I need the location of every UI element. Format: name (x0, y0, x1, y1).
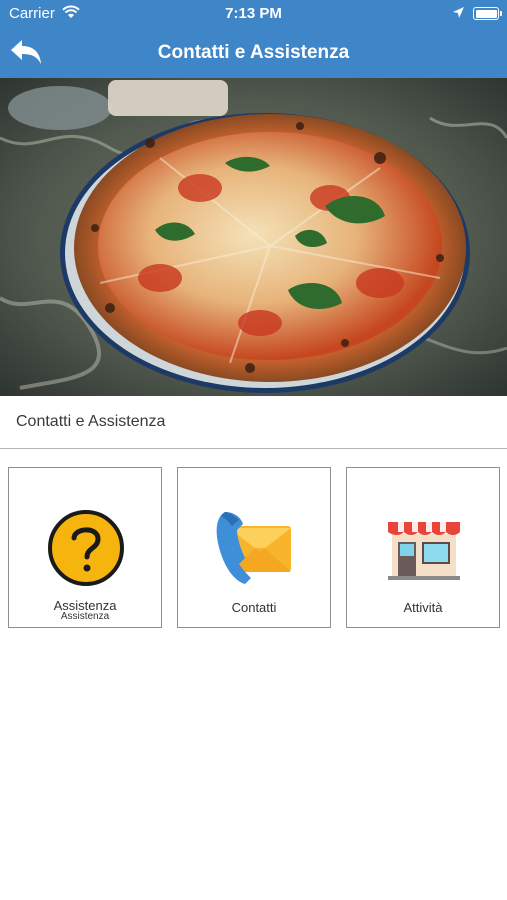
tile-contatti[interactable]: Contatti (177, 467, 331, 628)
tile-label: Contatti (231, 600, 277, 615)
section-title: Contatti e Assistenza (16, 413, 166, 430)
phone-envelope-icon (216, 512, 291, 584)
location-arrow-icon (453, 7, 464, 18)
page-title: Contatti e Assistenza (157, 42, 350, 63)
status-bar: Carrier 7:13 PM (0, 0, 507, 28)
tile-label: Attività (403, 600, 443, 615)
tile-assistenza[interactable]: Assistenza Assistenza (8, 467, 162, 628)
section-header: Contatti e Assistenza (0, 396, 507, 449)
battery-icon (473, 7, 502, 20)
navigation-bar: Contatti e Assistenza (0, 28, 507, 78)
hero-pizza-image (0, 78, 507, 396)
store-icon (388, 522, 460, 580)
question-mark-icon (48, 510, 124, 586)
tile-attivita[interactable]: Attività (346, 467, 500, 628)
tile-sublabel: Assistenza (60, 611, 110, 622)
clock: 7:13 PM (225, 5, 282, 22)
